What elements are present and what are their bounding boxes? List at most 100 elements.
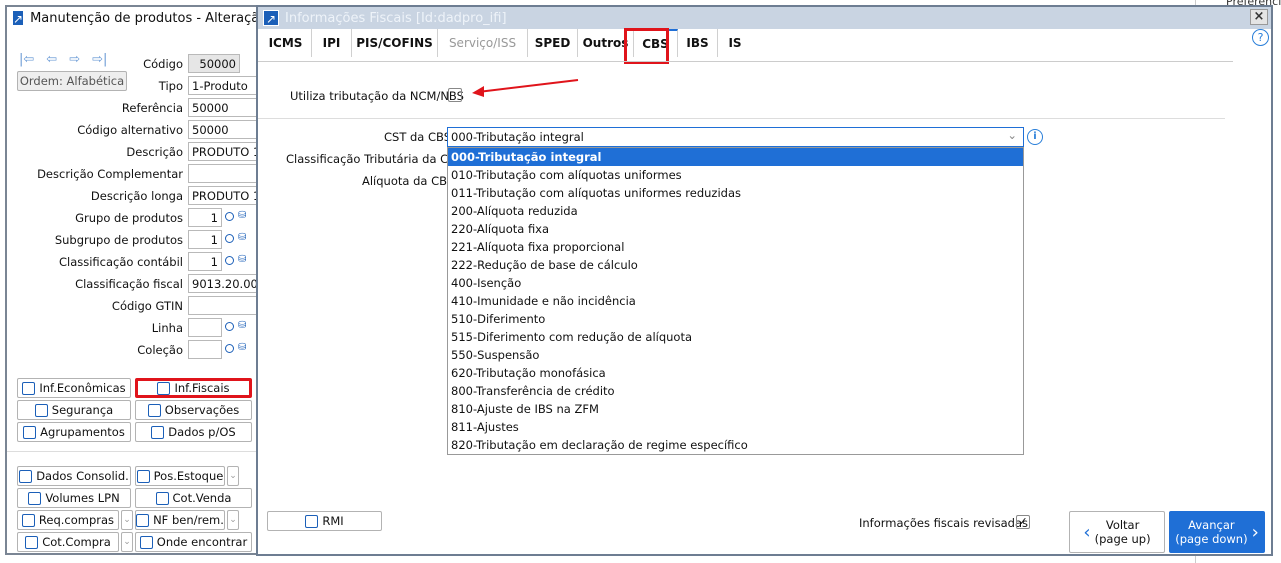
button-label: Req.compras [38,513,115,527]
close-button[interactable]: × [1250,9,1268,25]
cst-option[interactable]: 810-Ajuste de IBS na ZFM [448,400,1023,418]
tab-ipi[interactable]: IPI [312,29,352,57]
field-input[interactable]: 50000 [188,120,258,139]
product-maintenance-window: ↗ Manutenção de produtos - Alteração [Id… [5,5,293,555]
binoculars-icon[interactable]: ⛁ [238,342,246,353]
tab-icms[interactable]: ICMS [260,29,312,57]
field-input[interactable]: 50000 [188,98,258,117]
back-label: Voltar [1105,518,1140,532]
rmi-button[interactable]: RMI [267,511,382,531]
field-input[interactable]: 1-Produto [188,76,258,95]
app-icon: ↗ [263,10,279,26]
search-icon[interactable] [225,344,234,353]
field-input[interactable]: 50000 [188,54,240,73]
button-label: Segurança [51,403,114,417]
onde-encontrar-button[interactable]: Onde encontrar [135,532,252,552]
aliquota-label: Alíquota da CBS [362,174,455,188]
field-input[interactable]: 1 [188,252,222,271]
cst-selected-value: 000-Tributação integral [451,130,584,144]
field-input[interactable]: PRODUTO 1 [188,142,258,161]
field-label: Código GTIN [111,299,183,313]
cst-option[interactable]: 820-Tributação em declaração de regime e… [448,436,1023,454]
dropdown-arrow-button[interactable]: ⌄ [121,510,133,530]
cst-option[interactable]: 400-Isenção [448,274,1023,292]
search-icon[interactable] [225,322,234,331]
cst-option[interactable]: 000-Tributação integral [448,148,1023,166]
pos-estoque-button[interactable]: Pos.Estoque [135,466,225,486]
tab-is[interactable]: IS [718,29,752,57]
dropdown-arrow-button[interactable]: ⌄ [121,532,133,552]
cst-option[interactable]: 800-Transferência de crédito [448,382,1023,400]
ncm-checkbox[interactable] [448,88,462,102]
button-label: Volumes LPN [45,491,120,505]
ncm-label: Utiliza tributação da NCM/NBS [290,89,464,103]
button-icon [25,535,39,549]
button-label: Agrupamentos [40,425,125,439]
search-icon[interactable] [225,256,234,265]
observa-es-button[interactable]: Observações [135,400,252,420]
cst-option[interactable]: 510-Diferimento [448,310,1023,328]
field-input[interactable]: 9013.20.00 [188,274,258,293]
tab-sped[interactable]: SPED [528,29,578,57]
volumes-lpn-button[interactable]: Volumes LPN [17,488,131,508]
field-label: Classificação contábil [58,255,183,269]
field-label: Referência [121,101,183,115]
field-input[interactable] [188,296,258,315]
cst-label: CST da CBS [384,130,452,144]
binoculars-icon[interactable]: ⛁ [238,254,246,265]
cot-compra-button[interactable]: Cot.Compra [17,532,119,552]
dados-p-os-button[interactable]: Dados p/OS [135,422,252,442]
req-compras-button[interactable]: Req.compras [17,510,119,530]
cst-option[interactable]: 010-Tributação com alíquotas uniformes [448,166,1023,184]
cst-option[interactable]: 620-Tributação monofásica [448,364,1023,382]
nf-ben-rem--button[interactable]: NF ben/rem. [135,510,225,530]
cst-select[interactable]: 000-Tributação integral ⌄ [447,127,1024,147]
cst-option[interactable]: 221-Alíquota fixa proporcional [448,238,1023,256]
dropdown-arrow-button[interactable]: ⌄ [227,466,239,486]
button-label: Cot.Compra [42,535,111,549]
dados-consolid--button[interactable]: Dados Consolid. [17,466,131,486]
button-label: Onde encontrar [156,535,248,549]
cst-option[interactable]: 200-Alíquota reduzida [448,202,1023,220]
title-bar: ↗ Manutenção de produtos - Alteração [Id… [7,7,293,29]
field-input[interactable]: PRODUTO 1 [188,186,258,205]
next-button[interactable]: Avançar (page down) › [1169,511,1265,553]
tab-pis-cofins[interactable]: PIS/COFINS [352,29,438,57]
cst-option[interactable]: 550-Suspensão [448,346,1023,364]
tab-ibs[interactable]: IBS [678,29,718,57]
binoculars-icon[interactable]: ⛁ [238,320,246,331]
cst-option[interactable]: 011-Tributação com alíquotas uniformes r… [448,184,1023,202]
inf-fiscais-button[interactable]: Inf.Fiscais [135,378,252,398]
search-icon[interactable] [225,212,234,221]
binoculars-icon[interactable]: ⛁ [238,232,246,243]
help-icon[interactable]: ? [1252,29,1269,46]
field-input[interactable] [188,164,258,183]
cst-dropdown-list[interactable]: 000-Tributação integral 010-Tributação co… [447,147,1024,455]
cst-option[interactable]: 222-Redução de base de cálculo [448,256,1023,274]
field-label: Descrição [126,145,183,159]
binoculars-icon[interactable]: ⛁ [238,210,246,221]
inf-econ-micas-button[interactable]: Inf.Econômicas [17,378,131,398]
field-input[interactable]: 1 [188,208,222,227]
agrupamentos-button[interactable]: Agrupamentos [17,422,131,442]
dropdown-arrow-button[interactable]: ⌄ [227,510,239,530]
cst-option[interactable]: 515-Diferimento com redução de alíquota [448,328,1023,346]
tab-servi-o-iss[interactable]: Serviço/ISS [438,29,528,57]
back-button[interactable]: ‹ Voltar (page up) [1069,511,1165,553]
cst-option[interactable]: 811-Ajustes [448,418,1023,436]
field-input[interactable] [188,340,222,359]
search-icon[interactable] [225,234,234,243]
cot-venda-button[interactable]: Cot.Venda [135,488,252,508]
field-label: Descrição Complementar [37,167,183,181]
divider [7,451,265,452]
rmi-label: RMI [322,514,344,528]
seguran-a-button[interactable]: Segurança [17,400,131,420]
info-icon[interactable]: i [1027,129,1043,145]
revised-checkbox[interactable]: ✓ [1016,515,1030,529]
divider [258,61,1233,62]
button-icon [22,381,36,395]
field-input[interactable]: 1 [188,230,222,249]
field-input[interactable] [188,318,222,337]
cst-option[interactable]: 220-Alíquota fixa [448,220,1023,238]
cst-option[interactable]: 410-Imunidade e não incidência [448,292,1023,310]
